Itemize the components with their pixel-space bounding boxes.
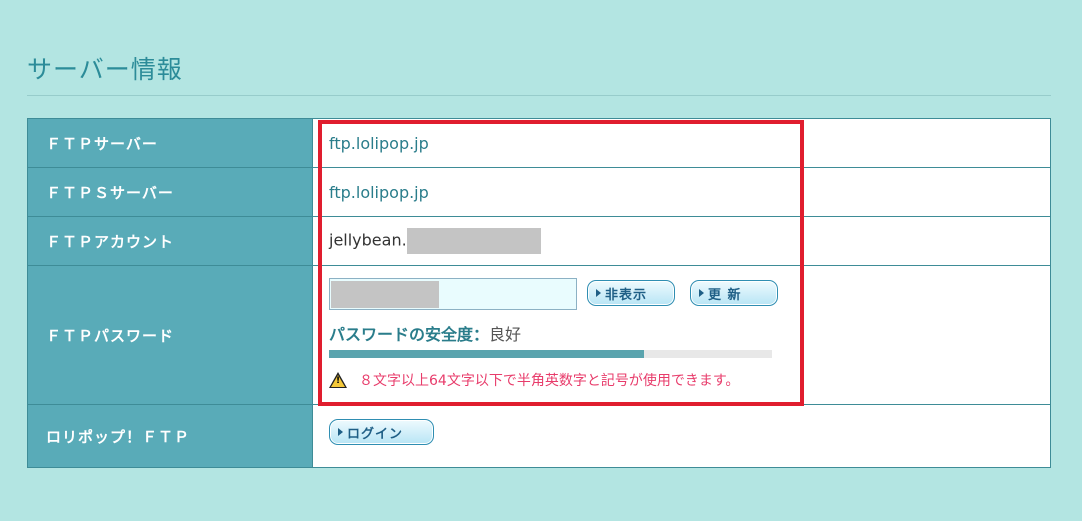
warning-icon: !	[329, 372, 347, 388]
lolipop-ftp-cell: ログイン	[312, 404, 1051, 468]
ftps-server-value: ftp.lolipop.jp	[312, 167, 1051, 217]
warning-text: ８文字以上64文字以下で半角英数字と記号が使用できます。	[359, 373, 740, 389]
update-password-button[interactable]: 更 新	[690, 280, 778, 306]
table-row: ＦＴＰアカウント jellybean.	[27, 216, 1051, 266]
login-area: ログイン	[329, 405, 1050, 467]
redacted-account-mask	[406, 228, 541, 254]
ftps-server-label: ＦＴＰＳサーバー	[27, 167, 313, 217]
table-row: ＦＴＰサーバー ftp.lolipop.jp	[27, 118, 1051, 168]
strength-bar	[329, 350, 772, 358]
login-button-label: ログイン	[347, 426, 404, 442]
password-rule-warning: ! ８文字以上64文字以下で半角英数字と記号が使用できます。	[329, 370, 739, 390]
title-divider	[27, 95, 1051, 96]
update-button-label: 更 新	[708, 287, 742, 303]
password-strength: パスワードの安全度：良好	[329, 321, 521, 345]
server-info-table: ＦＴＰサーバー ftp.lolipop.jp ＦＴＰＳサーバー ftp.loli…	[27, 118, 1051, 468]
play-arrow-icon	[596, 289, 601, 297]
play-arrow-icon	[338, 428, 343, 436]
strength-bar-fill	[329, 350, 644, 358]
table-row: ロリポップ！ＦＴＰ ログイン	[27, 404, 1051, 468]
ftp-password-cell: 非表示 更 新 パスワードの安全度：良好 ! ８文字以上64文字以下で半角英数字…	[312, 265, 1051, 405]
page-title: サーバー情報	[27, 55, 183, 84]
table-row: ＦＴＰＳサーバー ftp.lolipop.jp	[27, 167, 1051, 217]
login-button[interactable]: ログイン	[329, 419, 434, 445]
ftp-server-label: ＦＴＰサーバー	[27, 118, 313, 168]
ftp-password-label: ＦＴＰパスワード	[27, 265, 313, 405]
password-area: 非表示 更 新 パスワードの安全度：良好 ! ８文字以上64文字以下で半角英数字…	[329, 266, 1050, 404]
ftp-account-cell: jellybean.	[312, 216, 1051, 266]
table-row: ＦＴＰパスワード 非表示 更 新 パスワードの安全度：良好 ! ８文字以上64文…	[27, 265, 1051, 405]
strength-value: 良好	[489, 325, 522, 344]
ftp-account-prefix: jellybean.	[329, 230, 407, 250]
hide-password-button[interactable]: 非表示	[587, 280, 675, 306]
redacted-password-mask	[331, 281, 439, 308]
hide-button-label: 非表示	[605, 287, 648, 303]
play-arrow-icon	[699, 289, 704, 297]
lolipop-ftp-label: ロリポップ！ＦＴＰ	[27, 404, 313, 468]
password-field[interactable]	[329, 278, 577, 310]
ftp-server-value: ftp.lolipop.jp	[312, 118, 1051, 168]
strength-label: パスワードの安全度：	[329, 325, 490, 344]
ftp-account-label: ＦＴＰアカウント	[27, 216, 313, 266]
